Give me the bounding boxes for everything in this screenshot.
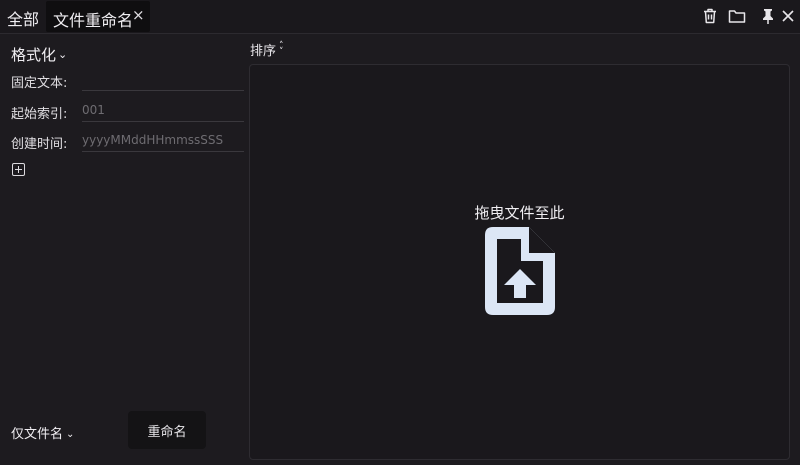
fixed-text-input[interactable] bbox=[82, 68, 244, 90]
title-bar: 全部 文件重命名 × bbox=[0, 0, 800, 34]
start-index-label: 起始索引: bbox=[11, 107, 68, 122]
file-upload-icon bbox=[485, 227, 555, 315]
created-time-field[interactable] bbox=[82, 129, 244, 152]
rename-mode-label: 仅文件名 bbox=[11, 427, 64, 442]
rename-button[interactable]: 重命名 bbox=[128, 411, 206, 449]
pin-icon[interactable] bbox=[759, 7, 777, 25]
created-time-label: 创建时间: bbox=[11, 137, 68, 152]
tab-close-icon[interactable]: × bbox=[132, 6, 145, 24]
file-drop-zone[interactable]: 拖曳文件至此 bbox=[249, 64, 790, 460]
tab-file-rename[interactable]: 文件重命名 × bbox=[46, 1, 150, 32]
start-index-field[interactable] bbox=[82, 99, 244, 122]
start-index-input[interactable] bbox=[82, 99, 244, 121]
chevron-down-icon: ⌄ bbox=[58, 48, 68, 61]
add-rule-icon[interactable] bbox=[12, 163, 25, 176]
created-time-input[interactable] bbox=[82, 129, 244, 151]
close-icon[interactable] bbox=[779, 7, 797, 25]
rename-mode-dropdown[interactable]: 仅文件名 ⌄ bbox=[11, 423, 74, 442]
format-panel: 格式化⌄ 固定文本: 起始索引: 创建时间: 仅文件名⌄ 重命名 bbox=[0, 34, 248, 465]
tab-all[interactable]: 全部 bbox=[7, 6, 39, 30]
format-label: 格式化 bbox=[11, 46, 57, 64]
fixed-text-label: 固定文本: bbox=[11, 76, 68, 91]
folder-icon[interactable] bbox=[728, 7, 746, 25]
sort-arrows-icon: ˄ ˅ bbox=[279, 41, 284, 57]
tab-file-rename-label: 文件重命名 bbox=[53, 11, 134, 30]
sort-toggle[interactable]: 排序 ˄ ˅ bbox=[250, 40, 284, 60]
drop-zone-text: 拖曳文件至此 bbox=[474, 204, 565, 222]
sort-label: 排序 bbox=[250, 44, 277, 59]
trash-icon[interactable] bbox=[701, 7, 719, 25]
fixed-text-field[interactable] bbox=[82, 68, 244, 91]
format-dropdown[interactable]: 格式化 ⌄ bbox=[11, 44, 67, 65]
chevron-down-icon: ⌄ bbox=[66, 429, 75, 440]
